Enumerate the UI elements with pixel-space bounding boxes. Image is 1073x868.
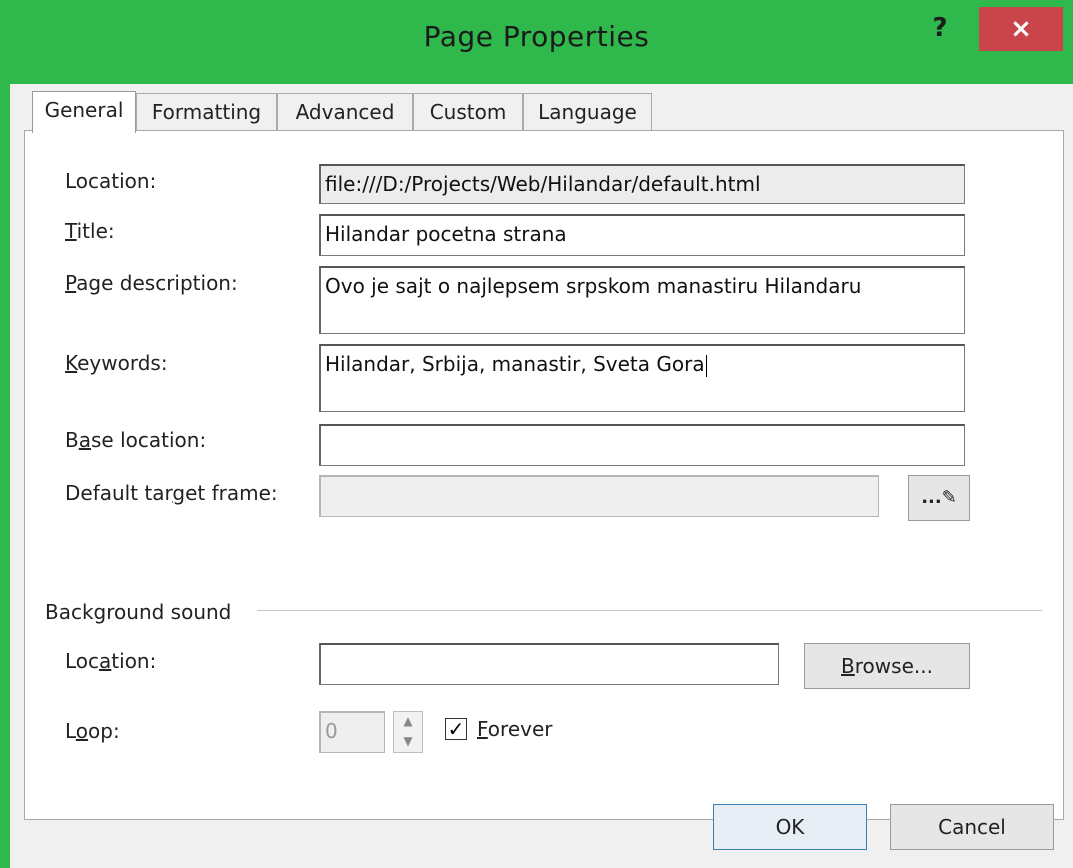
tab-general[interactable]: General — [32, 91, 136, 133]
tab-language[interactable]: Language — [523, 93, 652, 130]
location-label: Location: — [65, 169, 157, 193]
dialog-title: Page Properties — [423, 20, 650, 53]
help-button[interactable]: ? — [920, 10, 960, 46]
sound-location-input[interactable] — [319, 643, 779, 685]
default-target-frame-input — [319, 475, 879, 517]
ok-button[interactable]: OK — [713, 804, 867, 850]
change-target-frame-button[interactable]: ...✎ — [908, 475, 970, 521]
general-tab-panel: Location: file:///D:/Projects/Web/Hiland… — [24, 130, 1064, 820]
sound-location-label: Location: — [65, 649, 157, 673]
keywords-label: Keywords: — [65, 351, 168, 375]
page-description-label: Page description: — [65, 271, 238, 295]
keywords-textarea[interactable]: Hilandar, Srbija, manastir, Sveta Gora — [319, 344, 965, 412]
text-caret — [705, 354, 707, 377]
loop-count-input: 0 — [319, 711, 385, 753]
page-description-textarea[interactable]: Ovo je sajt o najlepsem srpskom manastir… — [319, 266, 965, 334]
cancel-button[interactable]: Cancel — [890, 804, 1054, 850]
location-field: file:///D:/Projects/Web/Hilandar/default… — [319, 164, 965, 204]
spin-down-icon: ▼ — [403, 734, 413, 748]
title-input[interactable]: Hilandar pocetna strana — [319, 214, 965, 256]
default-target-frame-label: Default target frame: — [65, 481, 278, 505]
forever-checkbox[interactable]: ✓ — [445, 718, 467, 740]
dialog-client-area: General Formatting Advanced Custom Langu… — [10, 84, 1073, 868]
tab-custom[interactable]: Custom — [413, 93, 523, 130]
base-location-label: Base location: — [65, 428, 207, 452]
group-separator — [257, 610, 1042, 611]
tab-formatting[interactable]: Formatting — [136, 93, 277, 130]
edit-pencil-icon: ...✎ — [921, 487, 957, 508]
page-properties-dialog: Page Properties ? × General Formatting A… — [0, 0, 1073, 868]
title-bar: Page Properties ? × — [0, 0, 1073, 82]
browse-button[interactable]: Browse... — [804, 643, 970, 689]
close-button[interactable]: × — [979, 7, 1063, 51]
background-sound-group-label: Background sound — [45, 600, 232, 624]
keywords-text: Hilandar, Srbija, manastir, Sveta Gora — [325, 352, 705, 376]
base-location-input[interactable] — [319, 424, 965, 466]
tab-advanced[interactable]: Advanced — [277, 93, 413, 130]
forever-label: Forever — [477, 717, 553, 741]
loop-label: Loop: — [65, 719, 120, 743]
spin-up-icon: ▲ — [403, 714, 413, 728]
title-label: Title: — [65, 219, 115, 243]
loop-spinner: ▲ ▼ — [393, 711, 423, 753]
